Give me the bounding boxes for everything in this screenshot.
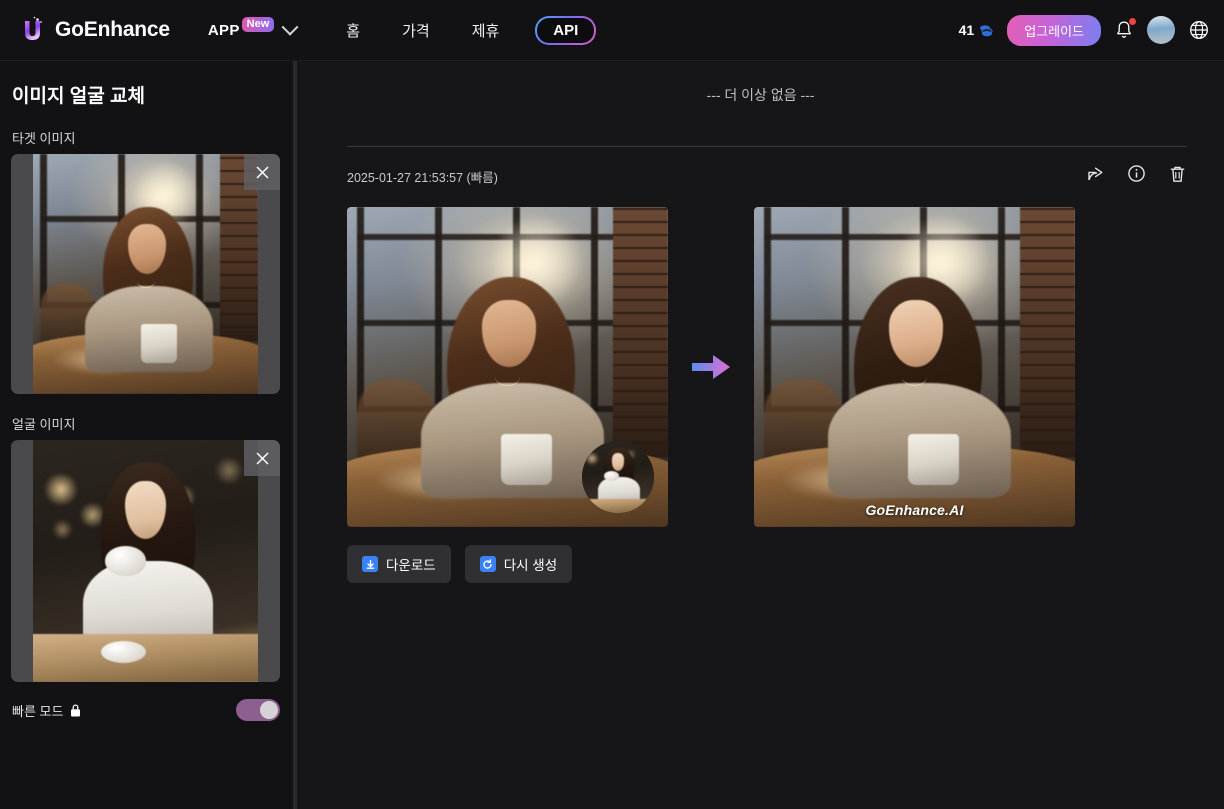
fast-mode-row: 빠른 모드 [12, 699, 280, 721]
nav-item-api-label: API [537, 17, 595, 43]
face-image-preview [33, 440, 258, 682]
target-image-preview [33, 154, 258, 394]
regenerate-icon [479, 556, 496, 572]
result-timestamp: 2025-01-27 21:53:57 (빠름) [347, 170, 498, 185]
download-button[interactable]: 다운로드 [347, 545, 451, 583]
section-divider [347, 146, 1187, 147]
watermark-text: GoEnhance.AI [865, 502, 964, 518]
trash-icon[interactable] [1168, 164, 1187, 189]
app-header: GoEnhance APP New 홈 가격 제휴 API 41 업그레이드 [0, 0, 1224, 61]
nav-app-menu[interactable]: APP New [200, 16, 304, 45]
remove-target-image-button[interactable] [244, 154, 280, 190]
info-icon[interactable] [1127, 164, 1146, 188]
face-image-thumb[interactable] [11, 440, 280, 682]
nav-item-home[interactable]: 홈 [332, 12, 374, 49]
results-panel: --- 더 이상 없음 --- 2025-01-27 21:53:57 (빠름) [297, 61, 1224, 809]
target-image-label: 타겟 이미지 [12, 131, 76, 146]
close-icon [255, 165, 269, 179]
upgrade-button[interactable]: 업그레이드 [1007, 14, 1101, 46]
nav-item-affiliate[interactable]: 제휴 [458, 12, 514, 49]
user-avatar[interactable] [1147, 16, 1175, 44]
goenhance-u-logo-icon [18, 14, 48, 46]
notification-dot [1129, 18, 1136, 25]
result-actions [1086, 164, 1187, 189]
nav-app-label: APP [207, 21, 240, 39]
tool-sidebar: 이미지 얼굴 교체 타겟 이미지 얼굴 이미지 빠른 모드 [0, 61, 296, 809]
page-title: 이미지 얼굴 교체 [12, 86, 145, 107]
fast-mode-label: 빠른 모드 [12, 703, 64, 719]
before-after-row: GoEnhance.AI [347, 207, 1187, 527]
credits-value: 41 [958, 22, 975, 38]
result-item: 2025-01-27 21:53:57 (빠름) GoEnhance.AI 다운… [347, 165, 1187, 583]
face-source-bubble [582, 441, 654, 513]
chevron-down-icon [281, 18, 299, 36]
new-badge: New [241, 16, 275, 32]
toggle-knob [260, 701, 278, 719]
notifications-button[interactable] [1114, 18, 1136, 41]
credits-indicator[interactable]: 41 [959, 22, 995, 38]
lock-icon [69, 703, 82, 718]
share-icon[interactable] [1086, 164, 1105, 188]
source-image[interactable] [347, 207, 668, 527]
brand-logo[interactable]: GoEnhance [18, 14, 170, 46]
fast-mode-toggle[interactable] [236, 699, 280, 721]
result-buttons: 다운로드 다시 생성 [347, 545, 1187, 583]
header-right-cluster: 41 업그레이드 [959, 14, 1210, 46]
result-header: 2025-01-27 21:53:57 (빠름) [347, 165, 1187, 187]
globe-icon [1190, 21, 1208, 39]
primary-nav: APP New 홈 가격 제휴 API [200, 12, 597, 49]
remove-face-image-button[interactable] [244, 440, 280, 476]
close-icon [255, 451, 269, 465]
download-icon [362, 556, 378, 572]
face-image-label: 얼굴 이미지 [12, 417, 76, 432]
download-button-label: 다운로드 [386, 558, 436, 573]
right-arrow-icon [692, 355, 730, 379]
result-image[interactable]: GoEnhance.AI [754, 207, 1075, 527]
regenerate-button-label: 다시 생성 [503, 558, 558, 573]
brand-name: GoEnhance [55, 18, 170, 41]
target-image-thumb[interactable] [11, 154, 280, 394]
regenerate-button[interactable]: 다시 생성 [464, 545, 573, 583]
language-button[interactable] [1188, 19, 1210, 41]
coins-icon [978, 22, 994, 38]
nav-item-pricing[interactable]: 가격 [388, 12, 444, 49]
end-of-list-text: --- 더 이상 없음 --- [706, 87, 815, 103]
nav-item-api[interactable]: API [535, 15, 597, 45]
transform-arrow [668, 352, 754, 382]
